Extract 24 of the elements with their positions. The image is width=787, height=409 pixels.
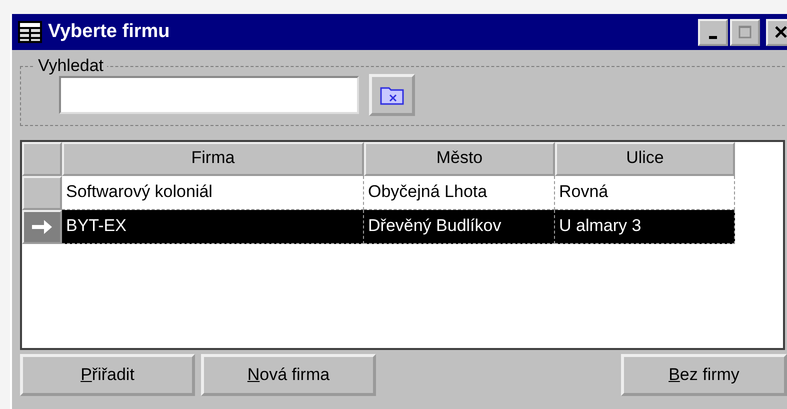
table-cell: U almary 3 [555, 210, 735, 244]
corner-cell [22, 142, 62, 176]
table-row[interactable]: BYT-EX Dřevěný Budlíkov U almary 3 [22, 210, 783, 244]
row-indicator [22, 176, 62, 210]
table-icon [18, 21, 42, 43]
column-header[interactable]: Město [364, 142, 555, 176]
minimize-icon [709, 36, 717, 38]
clear-search-button[interactable] [369, 74, 415, 116]
dialog-button[interactable]: Bez firmy [621, 354, 787, 396]
table-cell: BYT-EX [62, 210, 364, 244]
window-title: Vyberte firmu [48, 21, 171, 43]
close-button[interactable] [766, 18, 787, 46]
close-icon [774, 25, 787, 39]
dialog-button[interactable]: Přiřadit [20, 354, 195, 396]
dialog-button[interactable]: Nová firma [201, 354, 376, 396]
table-cell: Dřevěný Budlíkov [364, 210, 555, 244]
folder-icon [380, 85, 404, 105]
column-header[interactable]: Firma [62, 142, 364, 176]
column-header[interactable]: Ulice [555, 142, 735, 176]
minimize-button[interactable] [698, 18, 728, 46]
arrow-icon [30, 219, 54, 235]
maximize-icon [738, 25, 752, 39]
group-label: Vyhledat [37, 56, 105, 76]
search-field[interactable] [59, 76, 359, 114]
